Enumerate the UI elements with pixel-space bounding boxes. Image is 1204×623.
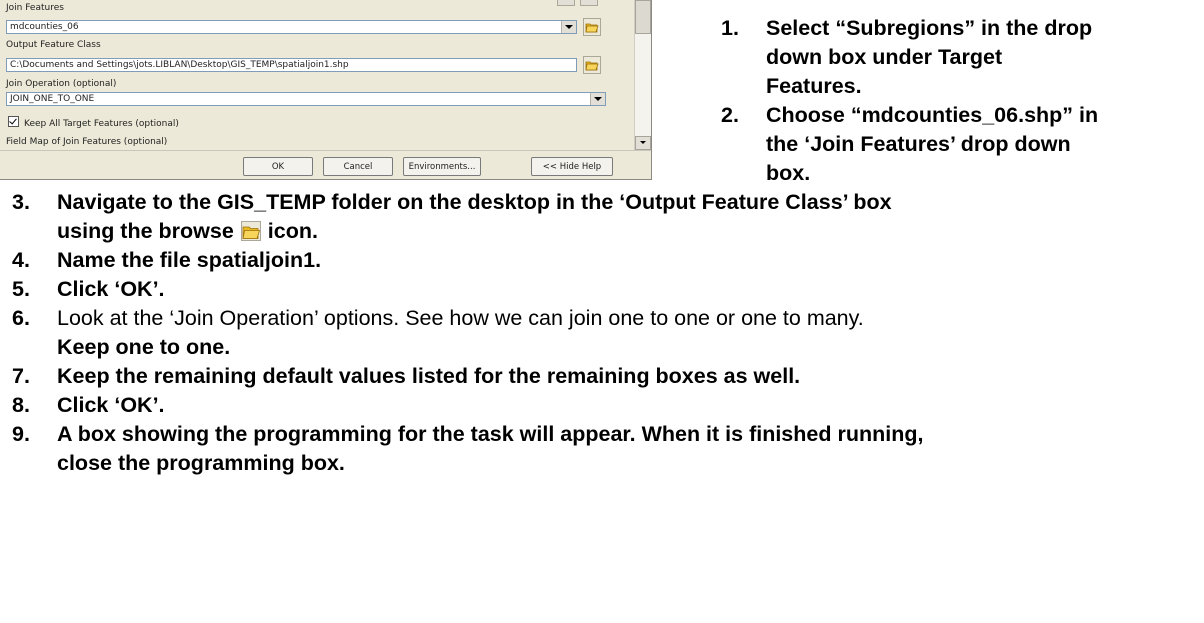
step-9-line-1: A box showing the programming for the ta…: [57, 422, 924, 446]
step-7-text: Keep the remaining default values listed…: [57, 364, 801, 388]
step-number: 9.: [12, 422, 30, 446]
folder-open-icon: [240, 220, 261, 241]
step-number: 5.: [12, 277, 30, 301]
step-6-line-2: Keep one to one.: [57, 335, 231, 359]
step-4-text: Name the file spatialjoin1.: [57, 248, 322, 272]
step-1-line-1: Select “Subregions” in the drop: [766, 16, 1093, 40]
step-2-line-1: Choose “mdcounties_06.shp” in: [766, 103, 1099, 127]
step-3-line-2: using the browse icon.: [57, 217, 318, 246]
step-3-line-2-before: using the browse: [57, 219, 234, 243]
step-2-line-2: the ‘Join Features’ drop down: [766, 132, 1071, 156]
step-6-line-1: Look at the ‘Join Operation’ options. Se…: [57, 306, 864, 330]
step-number: 6.: [12, 306, 30, 330]
step-2-line-3: box.: [766, 161, 811, 185]
step-5-text: Click ‘OK’.: [57, 277, 165, 301]
step-1-line-2: down box under Target: [766, 45, 1003, 69]
step-9-line-2: close the programming box.: [57, 451, 345, 475]
step-number: 8.: [12, 393, 30, 417]
step-3-line-1: Navigate to the GIS_TEMP folder on the d…: [57, 190, 892, 214]
step-number: 7.: [12, 364, 30, 388]
step-number: 1.: [721, 16, 739, 40]
step-8-text: Click ‘OK’.: [57, 393, 165, 417]
step-1-line-3: Features.: [766, 74, 862, 98]
step-number: 2.: [721, 103, 739, 127]
instruction-list: 1. Select “Subregions” in the drop down …: [0, 0, 1204, 623]
step-3-line-2-after: icon.: [267, 219, 318, 243]
step-number: 4.: [12, 248, 30, 272]
step-number: 3.: [12, 190, 30, 214]
